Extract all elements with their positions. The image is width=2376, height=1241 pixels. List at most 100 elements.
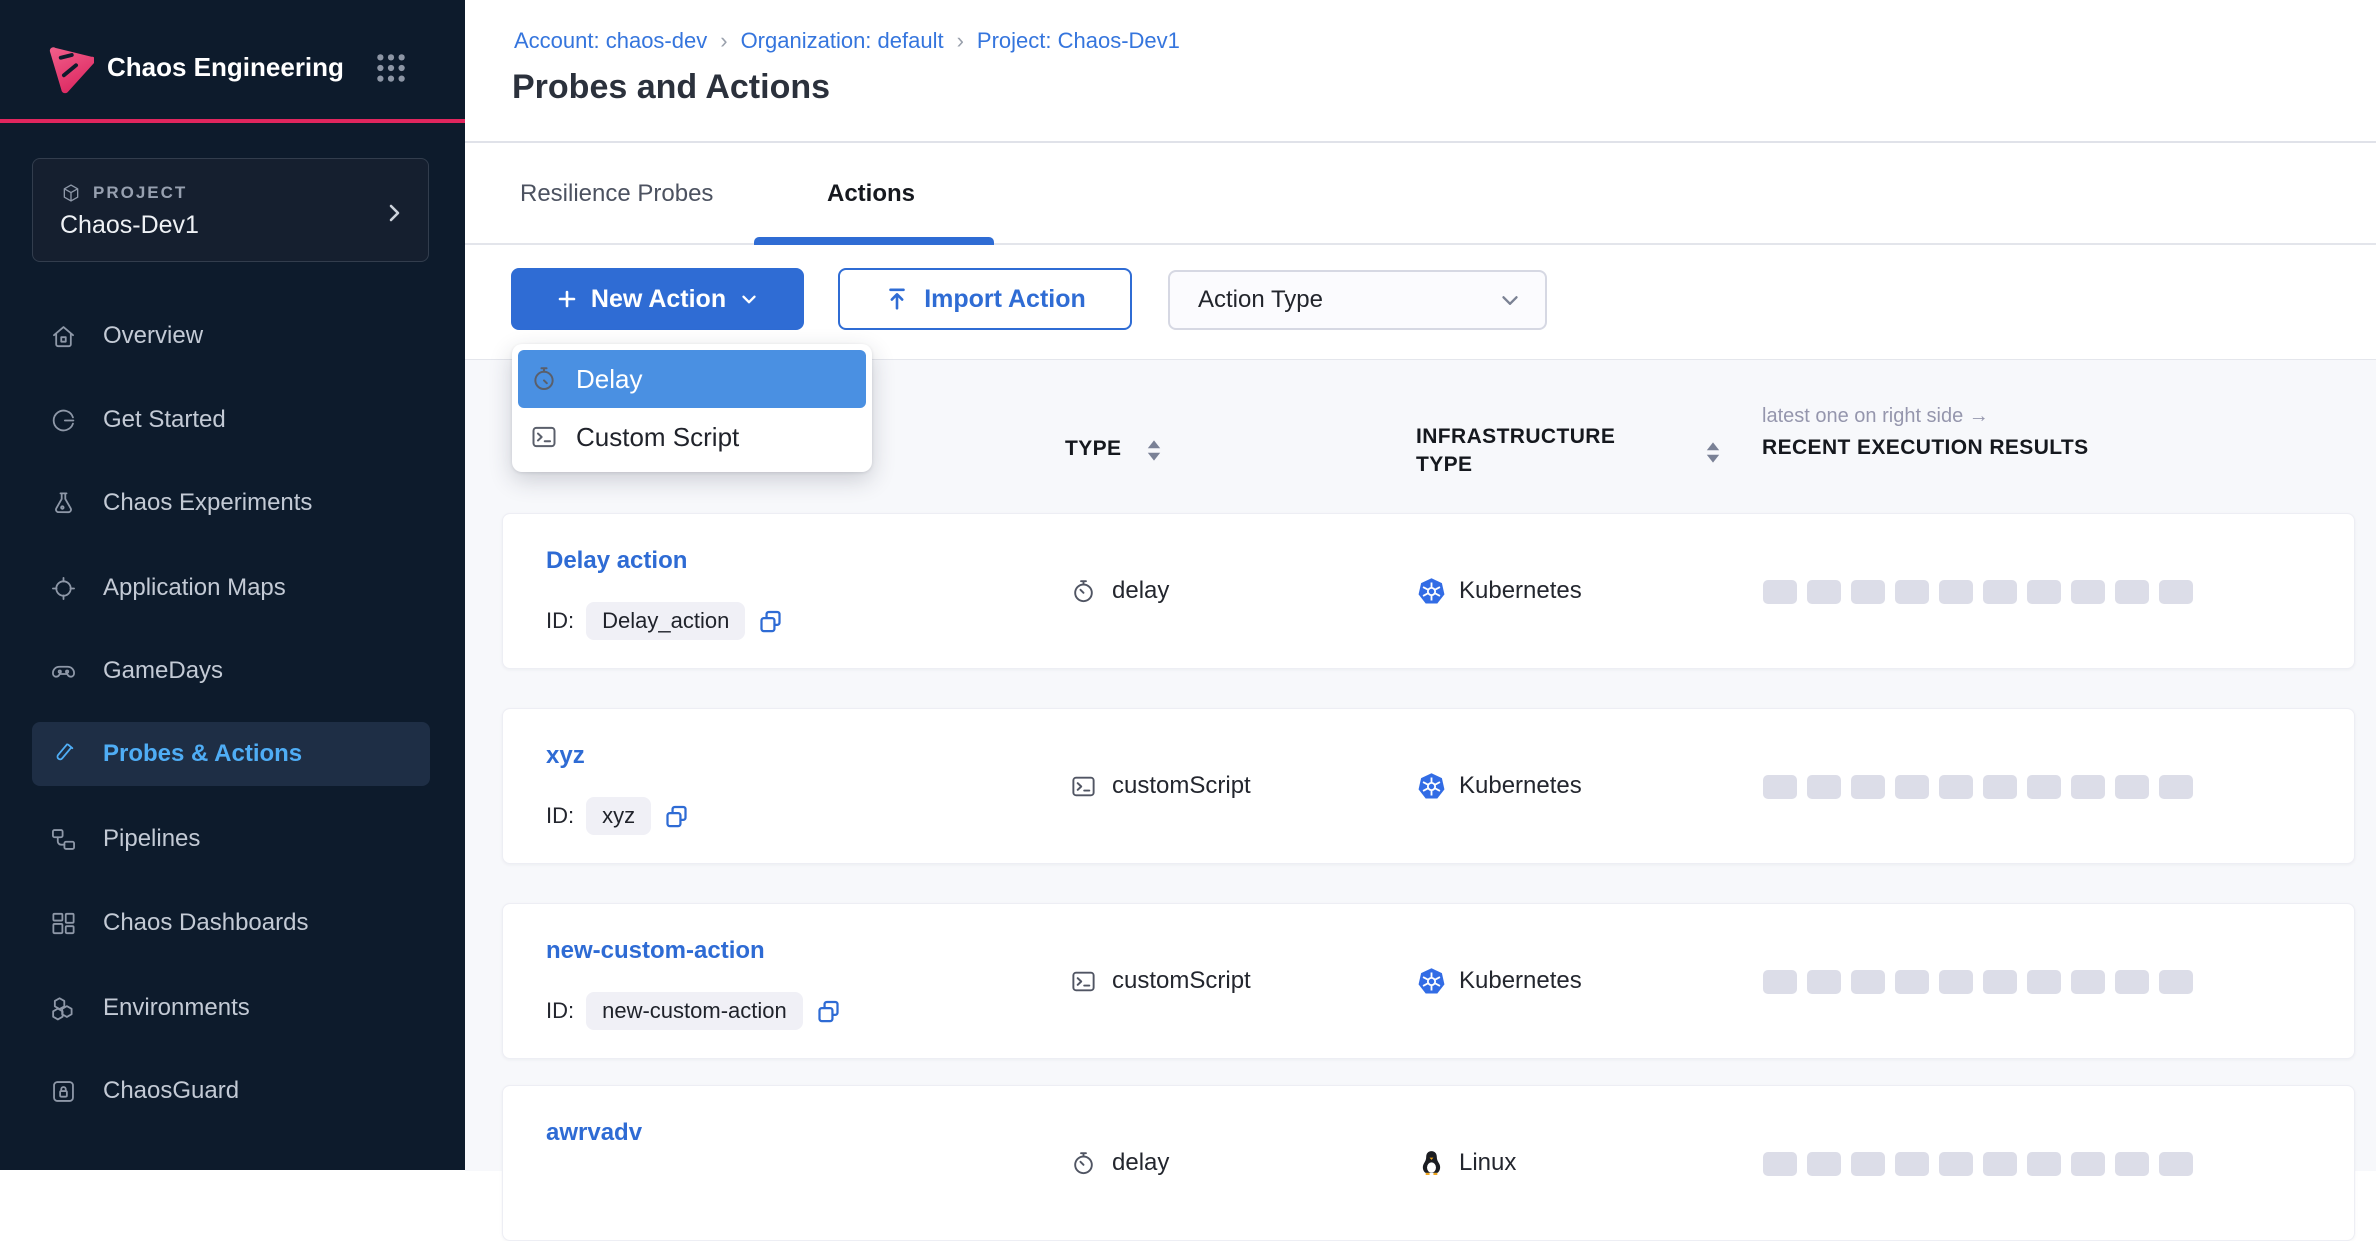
action-name-link[interactable]: awrvadv (546, 1119, 642, 1147)
action-name-link[interactable]: xyz (546, 742, 585, 770)
kubernetes-icon (1417, 577, 1446, 606)
action-id-value: new-custom-action (586, 992, 803, 1030)
column-header-type[interactable]: TYPE (1065, 437, 1121, 461)
table-row[interactable]: Delay action ID: Delay_action delay (502, 513, 2355, 669)
sort-icon[interactable] (1704, 440, 1722, 465)
execution-result-placeholder (1895, 1152, 1929, 1176)
copy-id-button[interactable] (815, 998, 842, 1025)
new-action-label: New Action (591, 285, 726, 314)
execution-result-placeholder (2027, 580, 2061, 604)
execution-result-placeholder (1983, 580, 2017, 604)
title-divider (465, 141, 2376, 143)
terminal-icon (1070, 968, 1097, 995)
sidebar-item-chaos-experiments[interactable]: Chaos Experiments (32, 471, 430, 535)
execution-result-placeholder (2071, 775, 2105, 799)
infrastructure-cell: Linux (1417, 1086, 1516, 1240)
recent-execution-results (1763, 970, 2193, 994)
tab-resilience-probes[interactable]: Resilience Probes (520, 180, 713, 208)
linux-icon (1417, 1149, 1446, 1178)
sidebar-item-label: Overview (103, 322, 203, 350)
action-id-value: xyz (586, 797, 651, 835)
kubernetes-icon (1417, 967, 1446, 996)
plus-icon (555, 287, 579, 311)
recent-execution-results (1763, 775, 2193, 799)
sidebar-item-application-maps[interactable]: Application Maps (32, 556, 430, 620)
execution-result-placeholder (1939, 580, 1973, 604)
execution-result-placeholder (1807, 580, 1841, 604)
type-value: delay (1112, 577, 1169, 605)
execution-result-placeholder (1851, 1152, 1885, 1176)
copy-id-button[interactable] (757, 608, 784, 635)
sidebar-item-label: Chaos Dashboards (103, 909, 308, 937)
page-title: Probes and Actions (512, 68, 830, 107)
execution-result-placeholder (2159, 775, 2193, 799)
execution-result-placeholder (1763, 775, 1797, 799)
action-name-link[interactable]: new-custom-action (546, 937, 765, 965)
infrastructure-value: Linux (1459, 1149, 1516, 1177)
action-name-link[interactable]: Delay action (546, 547, 687, 575)
recent-results-hint: latest one on right side → (1762, 405, 1989, 428)
menu-item-label: Custom Script (576, 422, 739, 453)
sidebar-item-gamedays[interactable]: GameDays (32, 639, 430, 703)
new-action-button[interactable]: New Action (511, 268, 804, 330)
sidebar-item-get-started[interactable]: Get Started (32, 388, 430, 452)
id-label: ID: (546, 608, 574, 634)
execution-result-placeholder (1763, 580, 1797, 604)
sort-icon[interactable] (1145, 438, 1163, 463)
type-value: customScript (1112, 967, 1251, 995)
execution-result-placeholder (1763, 1152, 1797, 1176)
table-row[interactable]: awrvadv delay Linux (502, 1085, 2355, 1241)
chevron-down-icon (1497, 287, 1523, 313)
import-action-button[interactable]: Import Action (838, 268, 1132, 330)
sidebar-item-overview[interactable]: Overview (32, 304, 430, 368)
infrastructure-value: Kubernetes (1459, 967, 1582, 995)
copy-id-button[interactable] (663, 803, 690, 830)
main-content: Account: chaos-dev › Organization: defau… (465, 0, 2376, 1170)
id-label: ID: (546, 803, 574, 829)
target-icon (50, 575, 77, 602)
execution-result-placeholder (2027, 1152, 2061, 1176)
terminal-icon (1070, 773, 1097, 800)
execution-result-placeholder (1807, 1152, 1841, 1176)
breadcrumb-account-link[interactable]: Account: chaos-dev (514, 28, 707, 54)
action-type-select[interactable]: Action Type (1168, 270, 1547, 330)
hexagons-icon (50, 995, 77, 1022)
project-name: Chaos-Dev1 (60, 211, 199, 240)
breadcrumb-project-link[interactable]: Project: Chaos-Dev1 (977, 28, 1180, 54)
stopwatch-icon (1070, 1150, 1097, 1177)
sidebar-item-environments[interactable]: Environments (32, 976, 430, 1040)
infrastructure-cell: Kubernetes (1417, 514, 1582, 668)
table-row[interactable]: new-custom-action ID: new-custom-action … (502, 903, 2355, 1059)
column-header-infrastructure-type[interactable]: INFRASTRUCTURE TYPE (1416, 423, 1641, 479)
execution-result-placeholder (1851, 580, 1885, 604)
project-selector[interactable]: PROJECT Chaos-Dev1 (32, 158, 429, 262)
type-cell: customScript (1070, 904, 1251, 1058)
app-title: Chaos Engineering (107, 52, 344, 83)
sidebar-item-probes-actions[interactable]: Probes & Actions (32, 722, 430, 786)
new-action-menu: Delay Custom Script (512, 344, 872, 472)
sidebar-item-chaos-dashboards[interactable]: Chaos Dashboards (32, 891, 430, 955)
execution-result-placeholder (2159, 1152, 2193, 1176)
infrastructure-value: Kubernetes (1459, 772, 1582, 800)
sidebar-item-label: Probes & Actions (103, 740, 302, 768)
breadcrumb-organization-link[interactable]: Organization: default (741, 28, 944, 54)
recent-execution-results (1763, 1152, 2193, 1176)
execution-result-placeholder (1807, 970, 1841, 994)
sidebar-item-pipelines[interactable]: Pipelines (32, 807, 430, 871)
sidebar-item-chaosguard[interactable]: ChaosGuard (32, 1059, 430, 1123)
execution-result-placeholder (2071, 580, 2105, 604)
tab-actions[interactable]: Actions (827, 180, 915, 208)
execution-result-placeholder (1939, 1152, 1973, 1176)
type-cell: delay (1070, 1086, 1169, 1240)
menu-item-label: Delay (576, 364, 642, 395)
module-grid-icon[interactable] (374, 51, 408, 85)
menu-item-custom-script[interactable]: Custom Script (518, 408, 866, 466)
execution-result-placeholder (1807, 775, 1841, 799)
menu-item-delay[interactable]: Delay (518, 350, 866, 408)
execution-result-placeholder (1983, 1152, 2017, 1176)
active-tab-underline (754, 237, 994, 245)
execution-result-placeholder (1939, 775, 1973, 799)
action-id-row: ID: new-custom-action (546, 992, 842, 1030)
stopwatch-icon (1070, 578, 1097, 605)
table-row[interactable]: xyz ID: xyz customScript (502, 708, 2355, 864)
